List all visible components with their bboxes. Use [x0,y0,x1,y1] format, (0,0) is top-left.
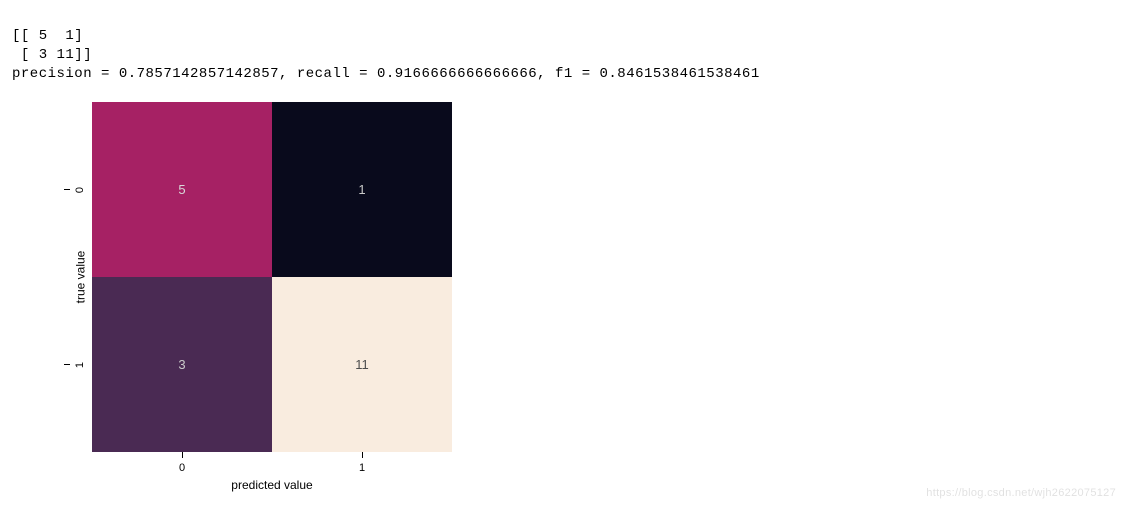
cell-1-1: 11 [272,277,452,452]
y-ticks: 0 1 [70,102,90,452]
heatmap-row-1: 3 11 [92,277,452,452]
cell-1-0: 3 [92,277,272,452]
x-tick-0: 0 [179,462,185,474]
x-tick-1: 1 [359,462,365,474]
y-tick-1: 1 [74,355,86,375]
confusion-matrix-chart: true value 0 1 5 1 3 11 0 1 predicted va… [52,102,452,492]
matrix-row-1: [[ 5 1] [12,28,83,44]
console-output: [[ 5 1] [ 3 11]] precision = 0.785714285… [12,8,1118,84]
y-tick-0: 0 [74,180,86,200]
matrix-row-2: [ 3 11]] [12,47,92,63]
x-axis-label: predicted value [92,478,452,492]
heatmap-row-0: 5 1 [92,102,452,277]
watermark-text: https://blog.csdn.net/wjh2622075127 [926,487,1116,499]
cell-0-1: 1 [272,102,452,277]
heatmap-grid: 0 1 5 1 3 11 [92,102,452,452]
cell-0-0: 5 [92,102,272,277]
metrics-line: precision = 0.7857142857142857, recall =… [12,66,760,82]
x-ticks: 0 1 [92,452,452,476]
